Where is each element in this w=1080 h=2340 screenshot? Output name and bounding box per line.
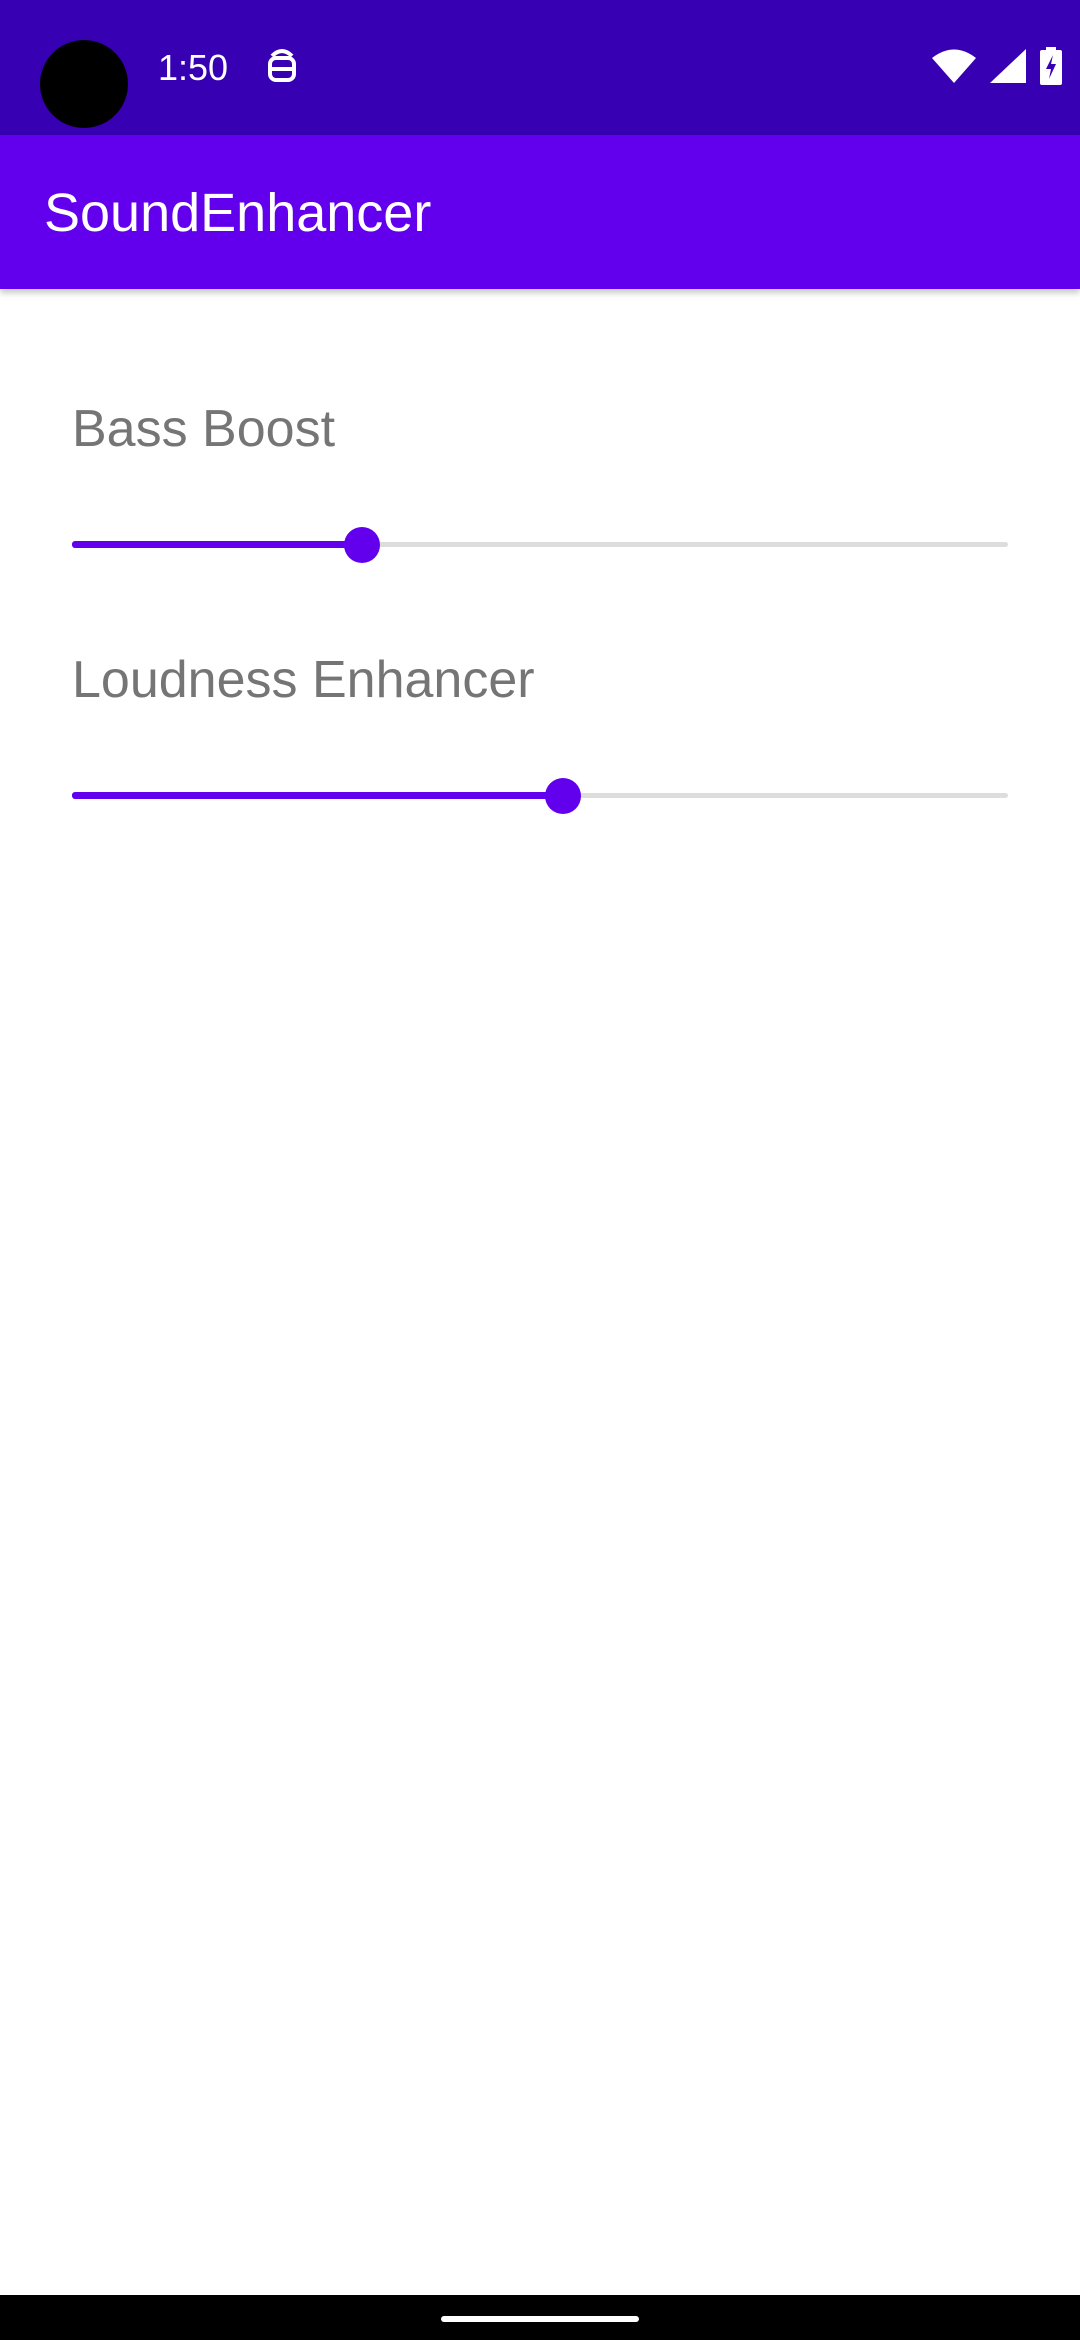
signal-icon <box>990 48 1026 88</box>
status-time: 1:50 <box>158 47 229 88</box>
loudness-enhancer-slider[interactable] <box>72 776 1008 816</box>
battery-charging-icon <box>1040 46 1062 90</box>
usb-debug-icon <box>264 48 300 88</box>
status-bar: 1:50 <box>0 0 1080 135</box>
home-gesture-handle[interactable] <box>441 2316 639 2322</box>
bass-boost-label: Bass Boost <box>72 400 336 458</box>
slider-fill <box>72 541 363 548</box>
bass-boost-slider[interactable] <box>72 525 1008 565</box>
slider-thumb[interactable] <box>344 527 381 563</box>
navigation-bar <box>0 2295 1080 2340</box>
app-bar: SoundEnhancer <box>0 135 1080 289</box>
status-indicators <box>932 46 1062 90</box>
slider-thumb[interactable] <box>545 778 582 814</box>
app-title: SoundEnhancer <box>44 183 432 243</box>
slider-fill <box>72 792 564 799</box>
wifi-icon <box>932 49 976 88</box>
camera-cutout <box>40 40 128 128</box>
loudness-enhancer-label: Loudness Enhancer <box>72 651 535 709</box>
